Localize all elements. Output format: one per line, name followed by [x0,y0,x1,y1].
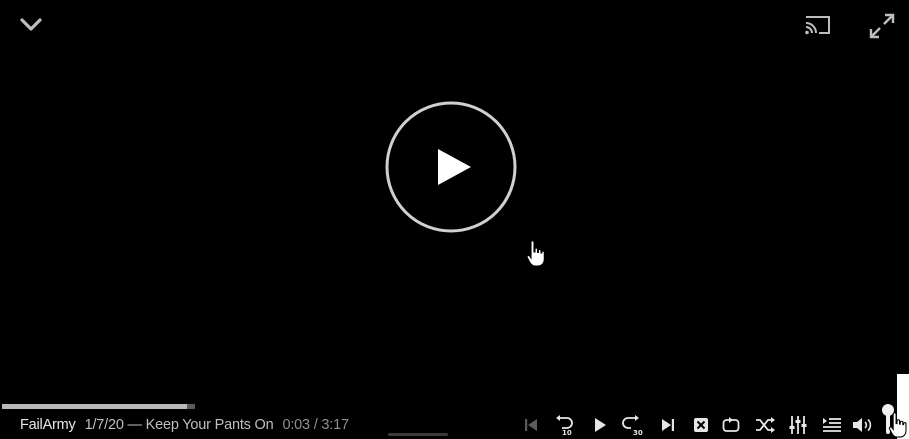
cast-icon [805,16,830,35]
big-play-button[interactable] [385,101,517,233]
queue-button[interactable] [819,412,845,438]
now-playing-info: FailArmy 1/7/20 — Keep Your Pants On 0:0… [20,415,349,435]
fullscreen-button[interactable] [862,8,902,44]
time-display: 0:03 / 3:17 [282,417,349,433]
play-icon [595,418,606,432]
equalizer-icon [789,416,807,434]
close-box-button[interactable] [688,412,714,438]
next-icon [662,419,674,431]
forward-30-icon: 30 [622,415,643,436]
shuffle-icon [756,417,775,433]
rewind-10-icon: 10 [556,415,573,436]
forward-30-label: 30 [633,429,643,436]
volume-button[interactable] [850,412,876,438]
episode-title: 1/7/20 — Keep Your Pants On [84,417,274,433]
expand-icon [869,13,895,39]
repeat-icon [722,417,740,432]
previous-icon [525,419,537,431]
equalizer-button[interactable] [785,412,811,438]
play-circle-icon [385,101,517,233]
shuffle-button[interactable] [752,412,778,438]
volume-icon [853,418,872,432]
cast-button[interactable] [800,10,836,40]
hand-cursor-icon [888,412,907,438]
bottom-divider [388,433,448,436]
progress-bar[interactable] [2,404,195,409]
hand-cursor-icon [526,240,545,267]
close-box-icon [694,418,708,432]
chevron-down-icon [20,18,42,31]
queue-icon [823,418,841,432]
progress-fill [2,404,187,409]
rewind-10-label: 10 [562,429,572,436]
rewind-10-button[interactable]: 10 [550,412,576,438]
next-button[interactable] [655,412,681,438]
channel-name[interactable]: FailArmy [20,417,76,433]
control-bar: FailArmy 1/7/20 — Keep Your Pants On 0:0… [0,410,909,439]
forward-30-button[interactable]: 30 [620,412,646,438]
collapse-button[interactable] [14,10,48,40]
play-button[interactable] [587,412,613,438]
previous-button[interactable] [518,412,544,438]
repeat-button[interactable] [718,412,744,438]
video-player[interactable]: FailArmy 1/7/20 — Keep Your Pants On 0:0… [0,0,909,439]
